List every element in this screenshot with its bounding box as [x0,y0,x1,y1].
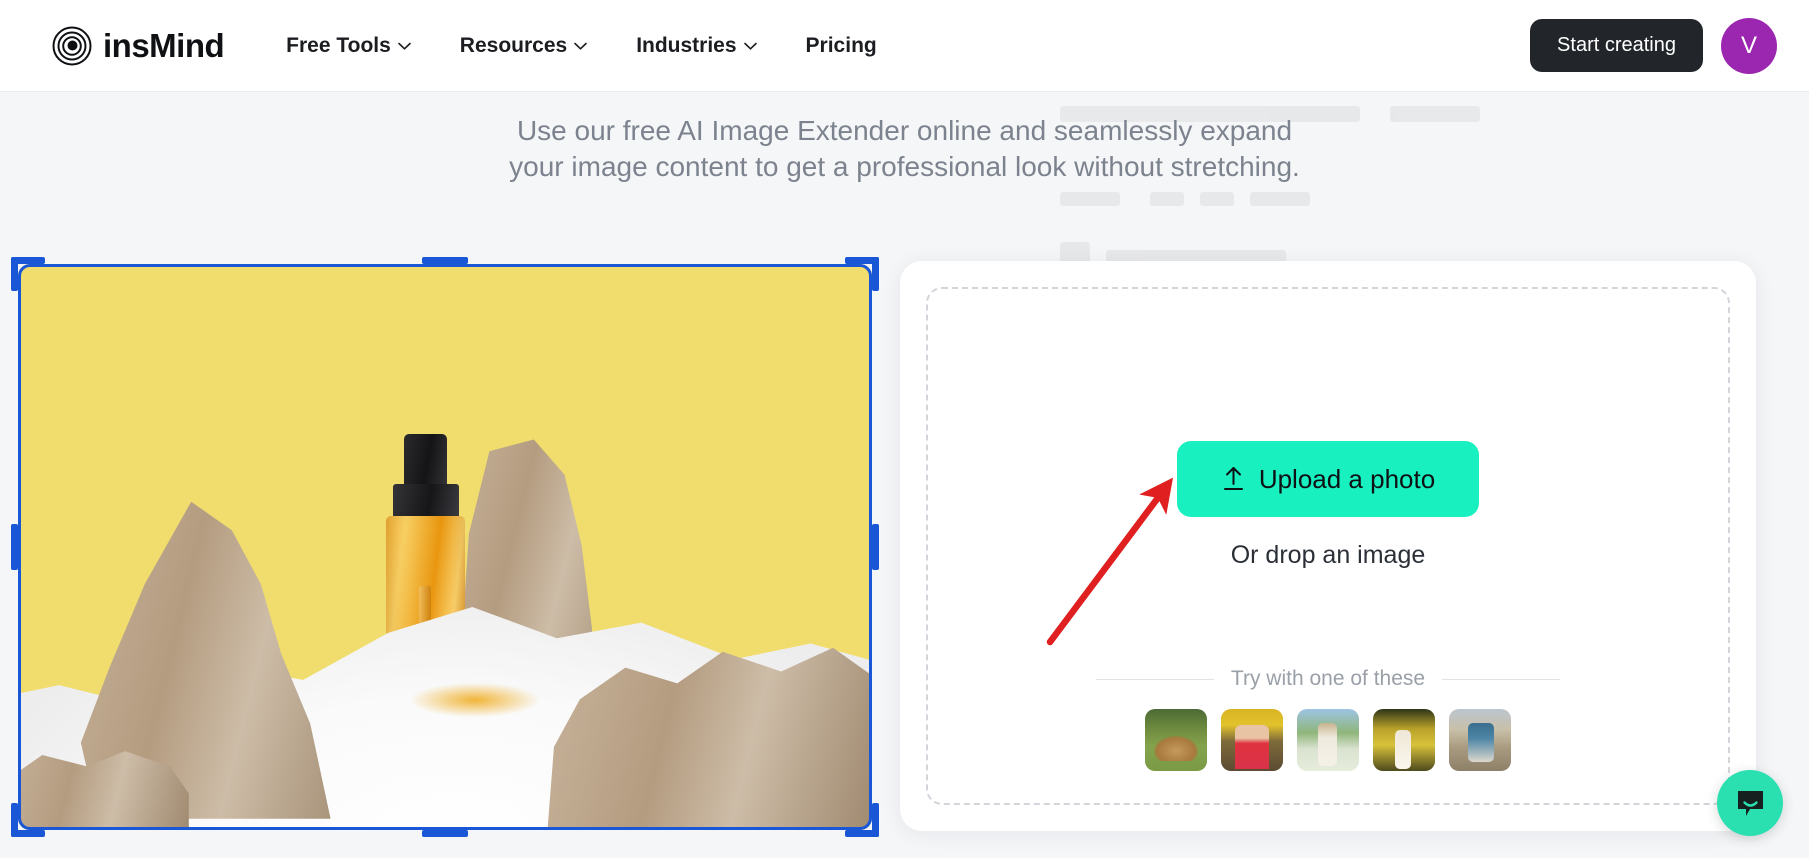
subtitle-line-1: Use our free AI Image Extender online an… [516,115,1293,146]
main-nav: Free Tools Resources Industries Pricing [286,34,877,58]
avatar-initial: V [1740,31,1757,59]
upload-arrow-icon [1221,466,1246,492]
site-header: insMind Free Tools Resources Industries … [0,0,1809,92]
header-actions: Start creating V [1530,17,1777,74]
chat-bubble-smile-icon [1734,787,1767,820]
chevron-down-icon [397,42,411,50]
nav-item-label: Resources [459,33,568,57]
source-image [18,264,872,830]
concentric-circles-logo-icon [52,26,92,66]
resize-handle-bottom-left-h[interactable] [11,830,45,837]
oil-spill [410,682,539,717]
bottle-collar [392,484,459,519]
brand-logo[interactable]: insMind [52,26,225,66]
nav-item-pricing[interactable]: Pricing [806,34,877,58]
drop-zone[interactable]: Upload a photo Or drop an image Try with… [926,287,1730,805]
sample-thumbnail-golden-retriever-on-grass[interactable] [1145,709,1207,771]
page-subtitle: Use our free AI Image Extender online an… [0,113,1809,185]
avatar[interactable]: V [1721,17,1777,74]
upload-button-label: Upload a photo [1258,463,1436,494]
resize-handle-left[interactable] [11,524,18,570]
resize-handle-top-right-h[interactable] [845,257,879,264]
upload-panel: Upload a photo Or drop an image Try with… [900,261,1756,831]
nav-item-label: Free Tools [286,33,391,57]
resize-handle-right[interactable] [872,524,879,570]
chevron-down-icon [574,42,587,50]
try-samples-label: Try with one of these [1230,667,1426,690]
upload-photo-button[interactable]: Upload a photo [1177,441,1479,517]
try-samples-divider: Try with one of these [928,667,1728,691]
divider-rule-right [1442,678,1561,680]
sample-thumbnail-girl-in-tulip-field[interactable] [1221,709,1283,771]
drop-hint-label: Or drop an image [1230,541,1426,569]
nav-item-industries[interactable]: Industries [636,33,757,58]
nav-item-resources[interactable]: Resources [460,34,587,58]
nav-item-label: Industries [636,33,737,57]
sample-thumbnail-woman-in-daisy-meadow[interactable] [1297,709,1359,771]
chat-widget-button[interactable] [1717,770,1783,836]
image-canvas[interactable] [11,257,879,837]
divider-rule-left [1095,678,1214,680]
resize-handle-top[interactable] [422,257,468,264]
chevron-down-icon [743,42,757,50]
nav-item-label: Pricing [805,33,877,57]
resize-handle-top-left-h[interactable] [11,257,45,264]
sample-thumbnails [928,709,1728,771]
resize-handle-bottom-right-h[interactable] [845,830,879,837]
sample-thumbnail-child-in-yellow-flower-field[interactable] [1373,709,1435,771]
brand-name: insMind [103,27,225,64]
sample-thumbnail-woman-sitting-on-rocks[interactable] [1449,709,1511,771]
nav-item-free-tools[interactable]: Free Tools [286,34,411,58]
bottle-cap [404,433,448,488]
start-creating-button[interactable]: Start creating [1530,19,1703,72]
subtitle-line-2: your image content to get a professional… [509,151,1300,182]
resize-handle-bottom[interactable] [422,830,468,837]
